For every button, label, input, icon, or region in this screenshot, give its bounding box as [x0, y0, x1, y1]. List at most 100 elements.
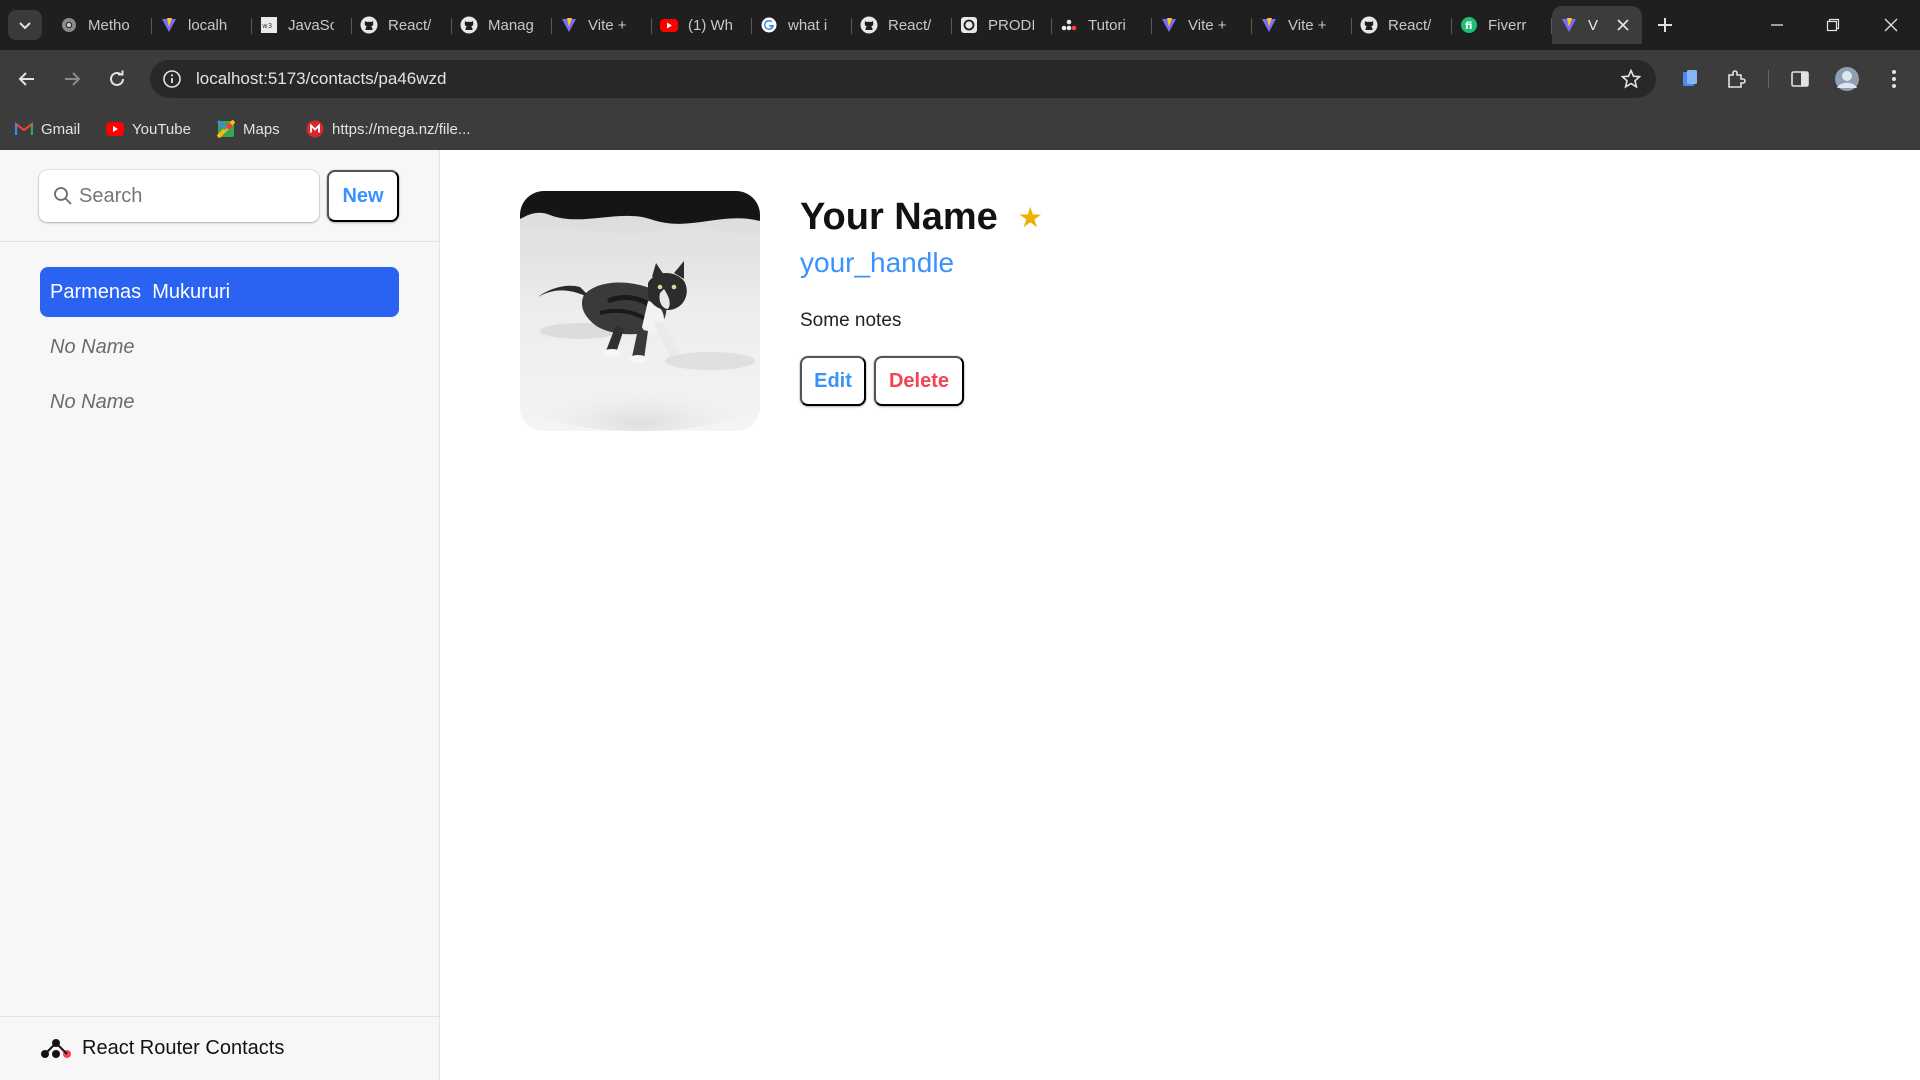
browser-tab[interactable]: React/	[852, 6, 952, 44]
github-icon	[360, 16, 378, 34]
tab-title: React/	[1388, 16, 1432, 34]
edit-button[interactable]: Edit	[800, 356, 866, 406]
react-router-logo-icon	[41, 1038, 71, 1058]
site-info-icon[interactable]	[160, 67, 184, 91]
contact-avatar	[520, 191, 760, 431]
close-window-button[interactable]	[1868, 8, 1914, 42]
vite-icon	[160, 16, 178, 34]
extension-docs-icon[interactable]	[1676, 65, 1704, 93]
gmail-icon	[15, 120, 33, 138]
react-router-icon	[1060, 16, 1078, 34]
bookmark-label: Gmail	[41, 120, 81, 138]
github-icon	[1360, 16, 1378, 34]
youtube-icon	[660, 16, 678, 34]
chevron-down-icon	[19, 22, 31, 30]
tab-title: V	[1588, 16, 1599, 34]
contact-item[interactable]: No Name	[40, 322, 399, 372]
google-icon	[760, 16, 778, 34]
contact-item-label: No Name	[50, 390, 135, 413]
browser-tab[interactable]: Manag	[452, 6, 552, 44]
tab-search-button[interactable]	[8, 10, 42, 40]
tab-title: Vite +	[1288, 16, 1327, 34]
browser-tab[interactable]: w3 JavaSc	[252, 6, 352, 44]
contact-handle-link[interactable]: your_handle	[800, 247, 954, 279]
tab-title: Vite +	[1188, 16, 1227, 34]
arrow-left-icon	[18, 72, 34, 86]
browser-menu-icon[interactable]	[1880, 65, 1908, 93]
toolbar-separator	[1768, 70, 1769, 88]
delete-button[interactable]: Delete	[874, 356, 964, 406]
contact-list: Parmenas Mukururi No Name No Name	[40, 267, 399, 432]
tab-title: Tutori	[1088, 16, 1126, 34]
browser-tab[interactable]: Vite +	[1252, 6, 1352, 44]
close-tab-icon[interactable]	[1614, 16, 1632, 34]
browser-tab[interactable]: fi Fiverr	[1452, 6, 1552, 44]
browser-tab[interactable]: Metho	[52, 6, 152, 44]
back-button[interactable]	[11, 63, 43, 95]
tab-title: Fiverr	[1488, 16, 1527, 34]
bookmark-star-icon[interactable]	[1620, 68, 1642, 90]
search-row: New	[0, 150, 439, 242]
tab-title: what i	[788, 16, 828, 34]
browser-tab[interactable]: React/	[1352, 6, 1452, 44]
search-box[interactable]	[39, 170, 319, 222]
search-icon	[54, 187, 72, 205]
restore-button[interactable]	[1810, 8, 1856, 42]
browser-tab[interactable]: localh	[152, 6, 252, 44]
sidebar-footer: React Router Contacts	[0, 1016, 439, 1080]
browser-tab[interactable]: React/	[352, 6, 452, 44]
search-input[interactable]	[79, 182, 299, 210]
openai-icon	[960, 16, 978, 34]
new-contact-button[interactable]: New	[327, 170, 399, 222]
contact-item[interactable]: No Name	[40, 377, 399, 427]
vite-icon	[560, 16, 578, 34]
minimize-button[interactable]	[1754, 8, 1800, 42]
vite-icon	[1160, 16, 1178, 34]
address-bar[interactable]: localhost:5173/contacts/pa46wzd	[150, 60, 1656, 98]
url-text[interactable]: localhost:5173/contacts/pa46wzd	[196, 69, 446, 89]
mega-icon	[306, 120, 324, 138]
sidebar: New Parmenas Mukururi No Name No Name Reac…	[0, 150, 440, 1080]
bookmark-label: https://mega.nz/file...	[332, 120, 471, 138]
maps-icon	[217, 120, 235, 138]
browser-tab[interactable]: PRODI	[952, 6, 1052, 44]
arrow-right-icon	[65, 72, 81, 86]
bookmark-mega[interactable]: https://mega.nz/file...	[306, 118, 470, 140]
side-panel-icon[interactable]	[1786, 65, 1814, 93]
tab-title: React/	[888, 16, 932, 34]
new-tab-button[interactable]	[1650, 10, 1680, 40]
contact-item-active[interactable]: Parmenas Mukururi	[40, 267, 399, 317]
fiverr-icon: fi	[1460, 16, 1478, 34]
browser-tab-active[interactable]: V	[1552, 6, 1642, 44]
forward-button[interactable]	[56, 63, 88, 95]
favorite-star-icon[interactable]: ★	[1018, 201, 1043, 234]
contact-detail: Your Name ★ your_handle Some notes Edit …	[440, 150, 1920, 1080]
bookmark-maps[interactable]: Maps	[217, 118, 280, 140]
profile-avatar-icon[interactable]	[1833, 65, 1861, 93]
bookmark-label: YouTube	[132, 120, 191, 138]
contact-name-text: Your Name	[800, 196, 998, 238]
tab-title: Manag	[488, 16, 534, 34]
bookmark-label: Maps	[243, 120, 280, 138]
bookmarks-bar: Gmail YouTube Maps https://mega.nz/file.…	[0, 108, 1920, 150]
browser-tab[interactable]: (1) Wh	[652, 6, 752, 44]
browser-tab[interactable]: Tutori	[1052, 6, 1152, 44]
tab-list: Metho localh w3 JavaSc React/Manag Vite + (1) …	[52, 6, 1642, 44]
extensions-puzzle-icon[interactable]	[1722, 65, 1750, 93]
browser-tab[interactable]: Vite +	[1152, 6, 1252, 44]
plus-icon	[1658, 18, 1672, 32]
vite-icon	[1560, 16, 1578, 34]
bookmark-youtube[interactable]: YouTube	[106, 118, 191, 140]
reload-icon	[110, 70, 124, 86]
tab-title: PRODI	[988, 16, 1034, 34]
minimize-icon	[1771, 24, 1783, 26]
contact-item-label: Parmenas Mukururi	[50, 280, 231, 303]
bookmark-gmail[interactable]: Gmail	[15, 118, 80, 140]
cat-photo-icon	[520, 191, 760, 431]
contact-item-label: No Name	[50, 335, 135, 358]
restore-icon	[1826, 18, 1840, 32]
browser-tab[interactable]: what i	[752, 6, 852, 44]
reload-button[interactable]	[101, 63, 133, 95]
browser-tab[interactable]: Vite +	[552, 6, 652, 44]
vite-icon	[1260, 16, 1278, 34]
